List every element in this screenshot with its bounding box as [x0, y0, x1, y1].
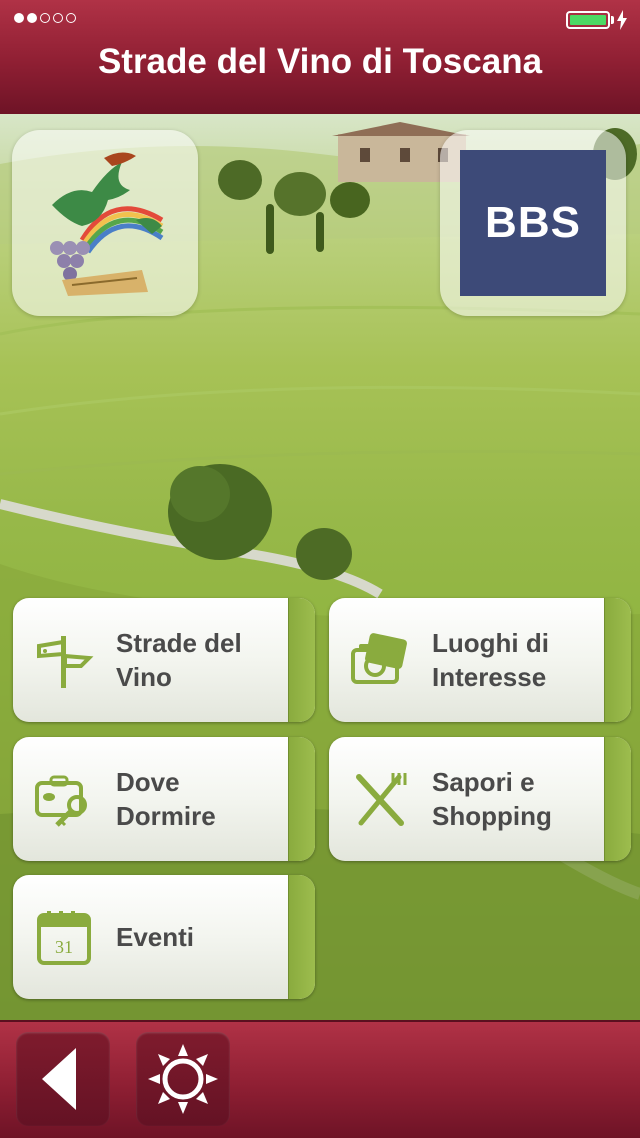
menu-label: Dove Dormire: [116, 767, 216, 831]
battery-icon: [566, 11, 610, 29]
menu-strade-del-vino-button[interactable]: Strade del Vino: [13, 598, 315, 722]
back-arrow-icon: [42, 1048, 76, 1110]
bottom-toolbar: [0, 1020, 640, 1138]
camera-icon: [351, 633, 407, 684]
menu-label: Eventi: [116, 922, 195, 952]
menu-accent-bar: [604, 737, 631, 861]
menu-luoghi-di-interesse-button[interactable]: Luoghi di Interesse: [329, 598, 631, 722]
battery-tip: [611, 16, 614, 24]
menu-label: Strade del Vino: [116, 628, 242, 692]
menu-accent-bar: [604, 598, 631, 722]
signpost-icon: [37, 636, 94, 688]
menu-sapori-e-shopping-button[interactable]: Sapori e Shopping: [329, 737, 631, 861]
luggage-icon: [35, 775, 87, 827]
bbs-logo-text: BBS: [485, 198, 581, 247]
menu-eventi-button[interactable]: 31 Eventi: [13, 875, 315, 999]
back-button[interactable]: [16, 1032, 110, 1126]
menu-accent-bar: [288, 598, 315, 722]
menu-accent-bar: [288, 737, 315, 861]
bbs-logo-tile[interactable]: BBS: [440, 130, 626, 316]
calendar-day: 31: [55, 937, 73, 957]
menu-dove-dormire-button[interactable]: Dove Dormire: [13, 737, 315, 861]
header-bar: Strade del Vino di Toscana: [0, 0, 640, 116]
regione-toscana-logo-tile[interactable]: [12, 130, 198, 316]
menu-label: Luoghi di Interesse: [432, 628, 549, 692]
calendar-icon: 31: [37, 911, 91, 965]
charging-bolt-icon: [617, 10, 627, 30]
status-bar: [0, 0, 640, 40]
signal-strength-icon: [14, 13, 76, 23]
weather-button[interactable]: [136, 1032, 230, 1126]
fork-knife-icon: [356, 773, 407, 826]
bbs-logo: BBS: [460, 150, 606, 296]
sun-icon: [148, 1044, 218, 1114]
pegasus-logo-icon: [50, 152, 164, 296]
app-title: Strade del Vino di Toscana: [97, 42, 543, 81]
menu-accent-bar: [288, 875, 315, 999]
menu-label: Sapori e Shopping: [432, 767, 552, 831]
